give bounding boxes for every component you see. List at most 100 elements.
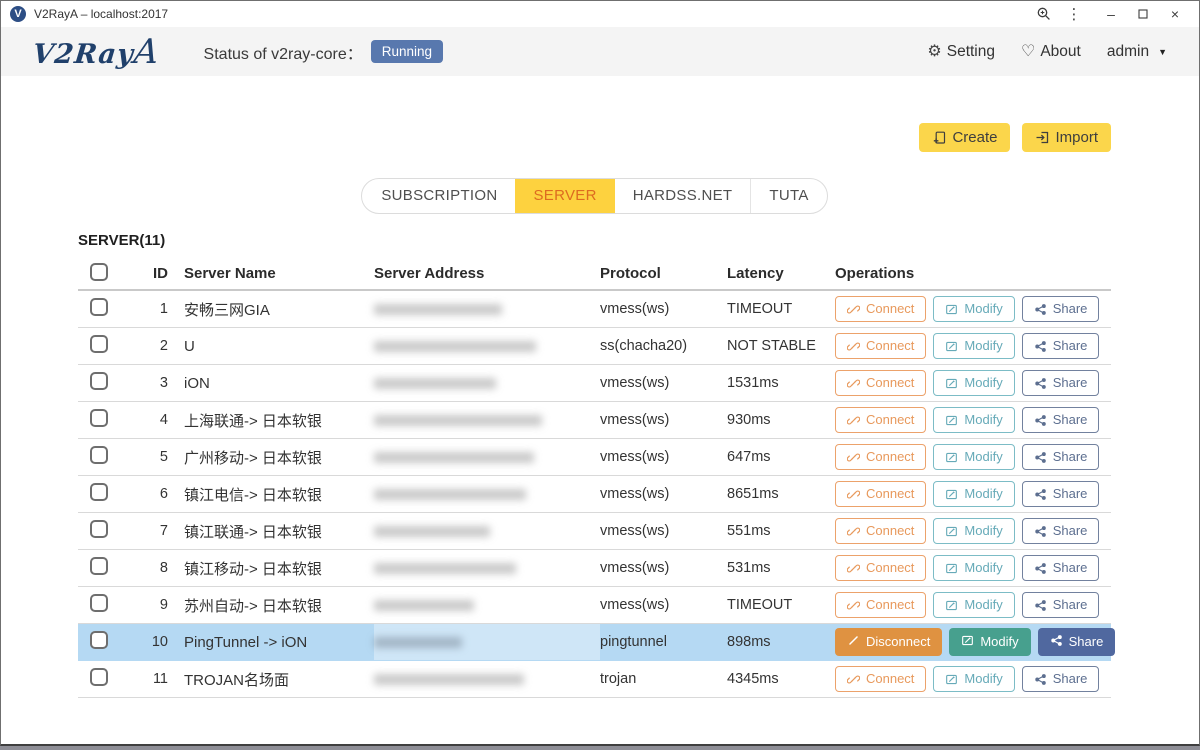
- row-checkbox[interactable]: [90, 631, 108, 649]
- modify-button[interactable]: Modify: [933, 443, 1015, 471]
- modify-button[interactable]: Modify: [933, 295, 1015, 323]
- row-server-address-redacted: [374, 587, 600, 623]
- table-row: 10 PingTunnel -> iON pingtunnel 898ms Di…: [78, 624, 1116, 661]
- row-operations: Disconnect Modify Share: [835, 627, 1116, 657]
- table-row: 3 iON vmess(ws) 1531ms Connect Modify Sh…: [78, 365, 1111, 402]
- table-row: 7 镇江联通-> 日本软银 vmess(ws) 551ms Connect Mo…: [78, 513, 1111, 550]
- row-protocol: vmess(ws): [600, 301, 670, 317]
- row-checkbox[interactable]: [90, 594, 108, 612]
- connect-button[interactable]: Connect: [835, 554, 927, 582]
- row-checkbox[interactable]: [90, 668, 108, 686]
- share-icon: [1034, 562, 1047, 575]
- share-button[interactable]: Share: [1021, 480, 1100, 508]
- row-checkbox[interactable]: [90, 483, 108, 501]
- connect-button[interactable]: Connect: [835, 406, 927, 434]
- row-server-name: 安畅三网GIA: [184, 301, 270, 319]
- about-button[interactable]: ♡ About: [1021, 43, 1081, 61]
- modify-icon: [945, 673, 958, 686]
- connect-button[interactable]: Connect: [835, 332, 927, 360]
- row-checkbox[interactable]: [90, 520, 108, 538]
- close-button[interactable]: ×: [1159, 1, 1191, 27]
- window-title: V2RayA – localhost:2017: [34, 7, 169, 21]
- row-protocol: vmess(ws): [600, 486, 670, 502]
- row-operations: Connect Modify Share: [835, 443, 1111, 471]
- connect-button[interactable]: Connect: [835, 295, 927, 323]
- connect-button[interactable]: Connect: [835, 480, 927, 508]
- setting-button[interactable]: ⚙ Setting: [927, 43, 995, 61]
- row-protocol: vmess(ws): [600, 449, 670, 465]
- share-button[interactable]: Share: [1021, 406, 1100, 434]
- row-id: 9: [159, 597, 168, 613]
- share-button[interactable]: Share: [1021, 443, 1100, 471]
- create-button[interactable]: Create: [919, 123, 1011, 152]
- disconnect-button[interactable]: Disconnect: [835, 627, 943, 657]
- share-button[interactable]: Share: [1021, 665, 1100, 693]
- row-checkbox[interactable]: [90, 298, 108, 316]
- user-menu[interactable]: admin ▼: [1107, 43, 1167, 61]
- row-id: 6: [159, 486, 168, 502]
- row-server-name: 苏州自动-> 日本软银: [184, 597, 322, 615]
- row-server-address-redacted: [374, 439, 600, 475]
- share-icon: [1034, 525, 1047, 538]
- share-icon: [1034, 340, 1047, 353]
- modify-button[interactable]: Modify: [933, 480, 1015, 508]
- share-button[interactable]: Share: [1037, 627, 1116, 657]
- connect-button[interactable]: Connect: [835, 665, 927, 693]
- table-row: 5 广州移动-> 日本软银 vmess(ws) 647ms Connect Mo…: [78, 439, 1111, 476]
- tab-server[interactable]: SERVER: [515, 179, 615, 213]
- connect-button[interactable]: Connect: [835, 591, 927, 619]
- tab-subscription[interactable]: SUBSCRIPTION: [362, 179, 515, 213]
- import-button[interactable]: Import: [1022, 123, 1111, 152]
- row-checkbox[interactable]: [90, 372, 108, 390]
- modify-button[interactable]: Modify: [933, 591, 1015, 619]
- share-button[interactable]: Share: [1021, 295, 1100, 323]
- minimize-button[interactable]: –: [1095, 1, 1127, 27]
- row-id: 11: [152, 671, 168, 687]
- zoom-icon[interactable]: [1029, 1, 1059, 27]
- tab-tuta[interactable]: TUTA: [750, 179, 826, 213]
- col-name: Server Name: [184, 265, 276, 282]
- row-operations: Connect Modify Share: [835, 332, 1111, 360]
- import-icon: [1035, 130, 1050, 145]
- maximize-button[interactable]: [1127, 1, 1159, 27]
- row-server-name: 广州移动-> 日本软银: [184, 449, 322, 467]
- row-server-address-redacted: [374, 291, 600, 327]
- modify-icon: [945, 562, 958, 575]
- row-server-address-redacted: [374, 402, 600, 438]
- tab-bar: SUBSCRIPTION SERVER HARDSS.NET TUTA: [361, 178, 828, 214]
- modify-button[interactable]: Modify: [933, 517, 1015, 545]
- select-all-checkbox[interactable]: [90, 262, 108, 281]
- menu-dots-icon[interactable]: ⋮: [1059, 1, 1089, 27]
- row-server-name: TROJAN名场面: [184, 671, 290, 689]
- modify-button[interactable]: Modify: [949, 627, 1031, 657]
- modify-button[interactable]: Modify: [933, 369, 1015, 397]
- row-latency: 930ms: [727, 412, 771, 428]
- share-button[interactable]: Share: [1021, 591, 1100, 619]
- modify-icon: [945, 414, 958, 427]
- connect-icon: [847, 562, 860, 575]
- row-server-name: 镇江电信-> 日本软银: [184, 486, 322, 504]
- row-checkbox[interactable]: [90, 446, 108, 464]
- modify-button[interactable]: Modify: [933, 406, 1015, 434]
- share-button[interactable]: Share: [1021, 332, 1100, 360]
- row-latency: 551ms: [727, 523, 771, 539]
- row-checkbox[interactable]: [90, 409, 108, 427]
- modify-icon: [945, 340, 958, 353]
- connect-button[interactable]: Connect: [835, 517, 927, 545]
- row-checkbox[interactable]: [90, 335, 108, 353]
- connect-button[interactable]: Connect: [835, 369, 927, 397]
- modify-button[interactable]: Modify: [933, 665, 1015, 693]
- tab-hardss-net[interactable]: HARDSS.NET: [615, 179, 751, 213]
- heart-icon: ♡: [1021, 42, 1036, 60]
- row-latency: 898ms: [727, 634, 771, 650]
- modify-button[interactable]: Modify: [933, 332, 1015, 360]
- disconnect-icon: [847, 634, 860, 651]
- row-id: 10: [151, 634, 168, 650]
- share-button[interactable]: Share: [1021, 517, 1100, 545]
- share-button[interactable]: Share: [1021, 369, 1100, 397]
- share-button[interactable]: Share: [1021, 554, 1100, 582]
- modify-button[interactable]: Modify: [933, 554, 1015, 582]
- connect-button[interactable]: Connect: [835, 443, 927, 471]
- row-checkbox[interactable]: [90, 557, 108, 575]
- row-server-name: 上海联通-> 日本软银: [184, 412, 322, 430]
